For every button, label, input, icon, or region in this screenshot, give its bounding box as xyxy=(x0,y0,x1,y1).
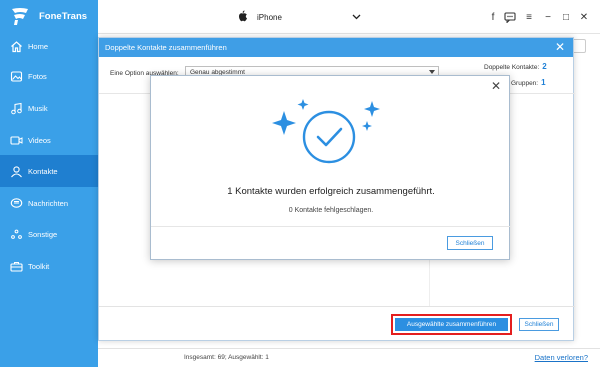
duplicate-contacts-count: Doppelte Kontakte: 2 xyxy=(484,62,547,71)
sidebar-item-label: Kontakte xyxy=(28,166,58,176)
selection-summary: Insgesamt: 69; Ausgewählt: 1 xyxy=(184,354,269,361)
other-icon xyxy=(9,227,23,241)
sidebar-item-videos[interactable]: Videos xyxy=(0,124,98,156)
failed-message: 0 Kontakte fehlgeschlagen. xyxy=(288,207,374,214)
menu-icon[interactable]: ≡ xyxy=(522,9,536,25)
minimize-icon[interactable]: − xyxy=(541,9,555,25)
sidebar-item-contacts[interactable]: Kontakte xyxy=(0,155,98,187)
dropdown-arrow-icon xyxy=(429,70,435,74)
duplicate-contacts-label: Doppelte Kontakte: xyxy=(484,64,540,71)
background-control xyxy=(572,39,586,53)
app-logo: FoneTrans xyxy=(9,6,87,26)
duplicate-groups-value: 1 xyxy=(541,78,546,87)
close-icon[interactable]: ✕ xyxy=(555,40,565,54)
sidebar-item-label: Home xyxy=(28,41,49,51)
success-dialog: ✕ 1 Kontakte wurden erfolgreich zusammen… xyxy=(150,75,511,260)
sidebar-item-label: Videos xyxy=(28,135,51,145)
photo-icon xyxy=(9,69,23,83)
device-name: iPhone xyxy=(257,12,282,22)
divider xyxy=(99,306,575,307)
close-icon[interactable]: ✕ xyxy=(491,79,501,93)
contacts-icon xyxy=(9,164,23,178)
sidebar-item-music[interactable]: Musik xyxy=(0,92,98,124)
sidebar-item-label: Toolkit xyxy=(28,261,50,271)
maximize-icon[interactable]: □ xyxy=(559,9,573,25)
merge-selected-button[interactable]: Ausgewählte zusammenführen xyxy=(395,318,508,331)
close-button[interactable]: Schließen xyxy=(519,318,559,331)
toolkit-icon xyxy=(9,259,23,273)
close-button[interactable]: Schließen xyxy=(447,236,493,250)
sidebar-item-home[interactable]: Home xyxy=(0,30,98,62)
sidebar-item-photos[interactable]: Fotos xyxy=(0,60,98,92)
fonetrans-logo-icon xyxy=(12,8,28,25)
sidebar-item-label: Musik xyxy=(28,103,48,113)
app-name: FoneTrans xyxy=(39,10,88,22)
music-icon xyxy=(9,101,23,115)
sidebar-item-label: Fotos xyxy=(28,71,47,81)
duplicate-groups-label: Gruppen: xyxy=(511,80,539,87)
divider xyxy=(151,226,511,227)
dialog-title-bar: Doppelte Kontakte zusammenführen ✕ xyxy=(99,38,573,57)
sidebar-item-messages[interactable]: Nachrichten xyxy=(0,187,98,219)
apple-icon xyxy=(238,10,248,24)
sidebar-item-toolkit[interactable]: Toolkit xyxy=(0,250,98,282)
sidebar: FoneTrans Home Fotos Musik Videos Kontak… xyxy=(0,0,98,367)
dialog-title: Doppelte Kontakte zusammenführen xyxy=(105,43,227,52)
top-bar: iPhone f ≡ − □ ✕ xyxy=(98,0,600,34)
messages-icon xyxy=(9,196,23,210)
close-icon[interactable]: ✕ xyxy=(577,9,591,25)
device-selector[interactable]: iPhone xyxy=(238,9,361,25)
duplicate-contacts-value: 2 xyxy=(542,62,547,71)
success-message: 1 Kontakte wurden erfolgreich zusammenge… xyxy=(227,186,435,197)
status-bar: Insgesamt: 69; Ausgewählt: 1 Daten verlo… xyxy=(98,348,600,367)
sidebar-item-other[interactable]: Sonstige xyxy=(0,218,98,250)
success-check-icon xyxy=(272,99,380,164)
sidebar-item-label: Nachrichten xyxy=(28,198,69,208)
sidebar-item-label: Sonstige xyxy=(28,229,58,239)
home-icon xyxy=(9,39,23,53)
chevron-down-icon[interactable] xyxy=(352,12,361,23)
duplicate-groups-count: Gruppen: 1 xyxy=(511,78,546,87)
data-lost-link[interactable]: Daten verloren? xyxy=(535,353,588,362)
video-icon xyxy=(9,133,23,147)
chat-icon[interactable] xyxy=(503,9,517,25)
facebook-icon[interactable]: f xyxy=(486,9,500,25)
